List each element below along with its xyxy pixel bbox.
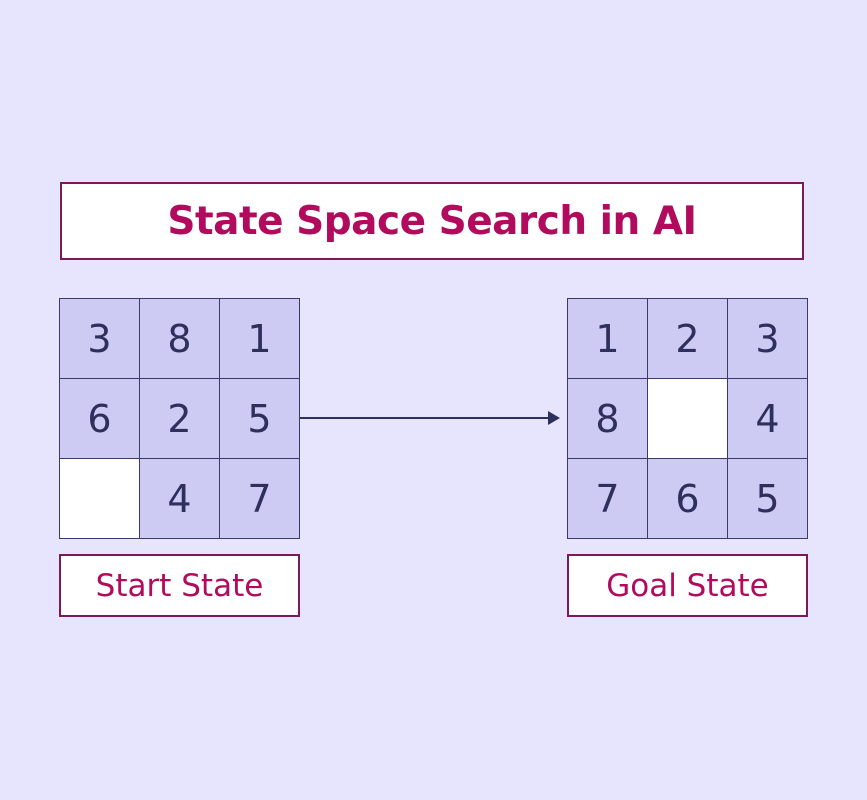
start-state-label: Start State — [59, 554, 300, 617]
goal-tile: 8 — [568, 379, 648, 459]
goal-tile: 7 — [568, 459, 648, 539]
start-tile: 1 — [220, 299, 300, 379]
start-tile: 7 — [220, 459, 300, 539]
goal-tile: 6 — [648, 459, 728, 539]
start-tile: 8 — [140, 299, 220, 379]
start-tile: 4 — [140, 459, 220, 539]
transition-arrow-icon — [300, 411, 560, 425]
start-blank-tile — [60, 459, 140, 539]
goal-tile: 3 — [728, 299, 808, 379]
goal-tile: 1 — [568, 299, 648, 379]
goal-tile: 2 — [648, 299, 728, 379]
start-tile: 2 — [140, 379, 220, 459]
arrow-head — [548, 411, 560, 425]
goal-blank-tile — [648, 379, 728, 459]
goal-state-grid: 1 2 3 8 4 7 6 5 — [567, 298, 808, 539]
start-tile: 5 — [220, 379, 300, 459]
goal-tile: 4 — [728, 379, 808, 459]
start-tile: 6 — [60, 379, 140, 459]
goal-tile: 5 — [728, 459, 808, 539]
diagram-title: State Space Search in AI — [60, 182, 804, 260]
goal-state-label: Goal State — [567, 554, 808, 617]
start-state-grid: 3 8 1 6 2 5 4 7 — [59, 298, 300, 539]
start-tile: 3 — [60, 299, 140, 379]
